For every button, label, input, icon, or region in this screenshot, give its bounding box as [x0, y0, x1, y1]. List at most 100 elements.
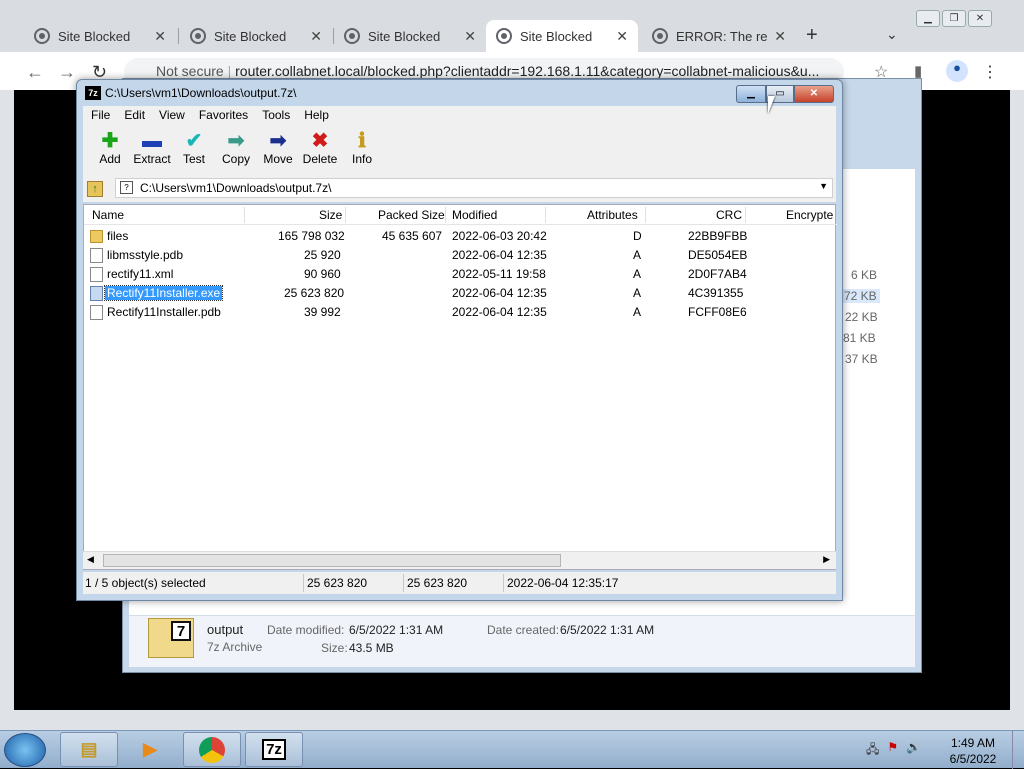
move-label: Move: [263, 152, 293, 166]
column-encrypted[interactable]: Encrypte: [786, 208, 833, 222]
delete-button[interactable]: ✖ Delete: [299, 130, 341, 176]
cell-modified: 2022-06-04 12:35: [452, 305, 547, 319]
browser-tab-1[interactable]: Site Blocked ✕: [24, 20, 176, 52]
close-button[interactable]: ✕: [794, 85, 834, 103]
column-packed-size[interactable]: Packed Size: [378, 208, 445, 222]
close-icon[interactable]: ✕: [154, 28, 166, 45]
globe-icon: [34, 28, 50, 44]
folder-icon: [90, 230, 103, 243]
browser-tab-2[interactable]: Site Blocked ✕: [180, 20, 332, 52]
scroll-left-arrow-icon[interactable]: ◀: [87, 554, 94, 565]
table-row[interactable]: rectify11.xml 90 960 2022-05-11 19:58 A …: [84, 265, 837, 284]
network-icon[interactable]: 🖧: [866, 740, 879, 761]
forward-button[interactable]: →: [58, 62, 76, 83]
detail-file-type: 7z Archive: [207, 640, 263, 654]
minimize-button[interactable]: ▁: [736, 85, 766, 103]
menu-kebab-icon[interactable]: ⋮: [982, 62, 998, 82]
media-player-icon: ▶: [143, 739, 157, 759]
menu-file[interactable]: File: [91, 108, 110, 124]
close-icon[interactable]: ✕: [310, 28, 322, 45]
chevron-down-icon[interactable]: ▼: [819, 181, 828, 191]
taskbar-media-player[interactable]: ▶: [121, 732, 179, 767]
column-divider[interactable]: [545, 207, 546, 223]
column-divider[interactable]: [445, 207, 446, 223]
new-tab-button[interactable]: +: [806, 24, 818, 47]
column-divider[interactable]: [645, 207, 646, 223]
7zip-icon: 7z: [262, 739, 286, 760]
tab-search-chevron-icon[interactable]: ⌄: [886, 26, 898, 43]
cell-crc: 22BB9FBB: [688, 229, 748, 243]
clock[interactable]: 1:49 AM 6/5/2022: [940, 735, 1006, 767]
volume-icon[interactable]: 🔊: [906, 740, 921, 761]
column-modified[interactable]: Modified: [452, 208, 497, 222]
globe-icon: [652, 28, 668, 44]
cell-name: Rectify11Installer.exe: [103, 285, 224, 301]
table-row[interactable]: libmsstyle.pdb 25 920 2022-06-04 12:35 A…: [84, 246, 837, 265]
table-row-selected[interactable]: Rectify11Installer.exe 25 623 820 2022-0…: [84, 284, 837, 303]
info-button[interactable]: ℹ Info: [341, 130, 383, 176]
close-icon[interactable]: ✕: [616, 28, 628, 45]
taskbar-chrome[interactable]: [183, 732, 241, 767]
menu-view[interactable]: View: [159, 108, 185, 124]
menu-tools[interactable]: Tools: [262, 108, 290, 124]
cell-name: files: [107, 229, 129, 243]
window-title: C:\Users\vm1\Downloads\output.7z\: [105, 86, 297, 100]
back-button[interactable]: ←: [26, 62, 44, 83]
add-button[interactable]: ✚ Add: [89, 130, 131, 176]
copy-button[interactable]: ➡ Copy: [215, 130, 257, 176]
close-icon[interactable]: ✕: [774, 28, 786, 45]
7zip-window: 7z C:\Users\vm1\Downloads\output.7z\ ▁ ▭…: [76, 79, 843, 601]
test-button[interactable]: ✔ Test: [173, 130, 215, 176]
start-button[interactable]: [4, 733, 46, 767]
minimize-button[interactable]: ▁: [916, 10, 940, 27]
column-divider[interactable]: [244, 207, 245, 223]
bg-file-size: 81 KB: [843, 331, 876, 345]
7z-archive-icon: 7: [148, 618, 194, 658]
up-folder-icon[interactable]: ↑: [87, 181, 103, 197]
taskbar-explorer[interactable]: ▤: [60, 732, 118, 767]
browser-tab-5[interactable]: ERROR: The requ ✕: [642, 20, 796, 52]
bg-file-size: 37 KB: [845, 352, 878, 366]
column-size[interactable]: Size: [319, 208, 342, 222]
cell-size: 165 798 032: [278, 229, 345, 243]
table-row[interactable]: files 165 798 032 45 635 607 2022-06-03 …: [84, 227, 837, 246]
detail-file-name: output: [207, 622, 244, 637]
column-divider[interactable]: [345, 207, 346, 223]
menu-edit[interactable]: Edit: [124, 108, 145, 124]
maximize-button[interactable]: ❐: [942, 10, 966, 27]
menu-help[interactable]: Help: [304, 108, 329, 124]
tab-label: Site Blocked: [520, 28, 593, 44]
extract-button[interactable]: ▬ Extract: [131, 130, 173, 176]
extract-label: Extract: [133, 152, 171, 166]
bg-file-size: 72 KB: [841, 289, 880, 303]
table-row[interactable]: Rectify11Installer.pdb 39 992 2022-06-04…: [84, 303, 837, 322]
cell-attributes: A: [633, 286, 642, 300]
info-label: Info: [351, 152, 372, 166]
extract-icon: ▬: [142, 130, 162, 152]
action-center-flag-icon[interactable]: ⚑: [887, 740, 898, 761]
7zip-title-bar: 7z C:\Users\vm1\Downloads\output.7z\: [85, 86, 296, 100]
browser-tab-3[interactable]: Site Blocked ✕: [334, 20, 486, 52]
column-attributes[interactable]: Attributes: [587, 208, 638, 222]
taskbar-7zip[interactable]: 7z: [245, 732, 303, 767]
close-icon[interactable]: ✕: [464, 28, 476, 45]
menu-favorites[interactable]: Favorites: [199, 108, 248, 124]
horizontal-scrollbar[interactable]: ◀ ▶: [83, 551, 836, 569]
globe-icon: [344, 28, 360, 44]
path-field[interactable]: ? C:\Users\vm1\Downloads\output.7z\ ▼: [115, 178, 833, 198]
tab-label: Site Blocked: [214, 28, 287, 44]
scrollbar-thumb[interactable]: [103, 554, 561, 567]
column-name[interactable]: Name: [92, 208, 124, 222]
close-button[interactable]: ✕: [968, 10, 992, 27]
copy-label: Copy: [221, 152, 250, 166]
path-bar: ↑ ? C:\Users\vm1\Downloads\output.7z\ ▼: [83, 176, 836, 202]
column-divider[interactable]: [745, 207, 746, 223]
detail-created-value: 6/5/2022 1:31 AM: [560, 623, 655, 637]
move-button[interactable]: ➡ Move: [257, 130, 299, 176]
show-desktop-button[interactable]: [1012, 731, 1024, 769]
profile-avatar[interactable]: ●: [946, 60, 968, 82]
scroll-right-arrow-icon[interactable]: ▶: [823, 554, 830, 565]
browser-tab-4[interactable]: Site Blocked ✕: [486, 20, 638, 52]
column-crc[interactable]: CRC: [716, 208, 742, 222]
clock-time: 1:49 AM: [950, 736, 996, 750]
